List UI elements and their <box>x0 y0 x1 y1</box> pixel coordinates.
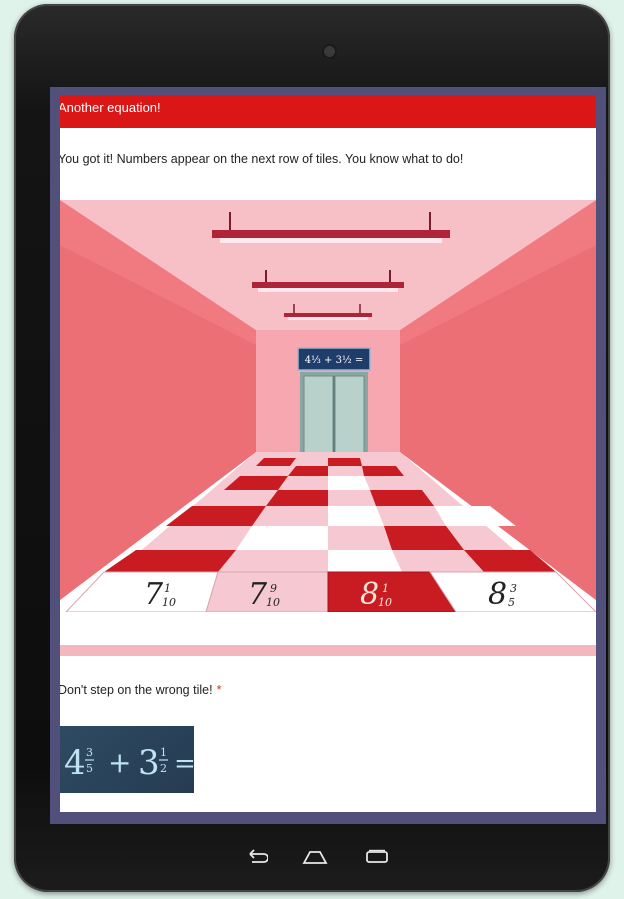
elevator: 4⅓ + 3½ = <box>297 347 371 457</box>
svg-text:10: 10 <box>378 596 392 609</box>
equation-graphic: 4 3 5 + 3 1 2 = <box>64 743 196 783</box>
svg-text:1: 1 <box>160 746 167 759</box>
form-page: Another equation! You got it! Numbers ap… <box>60 95 596 812</box>
section-header: Another equation! <box>60 95 596 128</box>
android-nav-bar <box>214 842 414 872</box>
svg-text:1: 1 <box>164 582 171 595</box>
tile-label: 8 <box>360 577 379 612</box>
back-icon <box>249 849 268 863</box>
tablet-frame: Another equation! You got it! Numbers ap… <box>14 4 610 892</box>
svg-text:2: 2 <box>160 762 167 775</box>
elevator-door-right <box>334 375 365 457</box>
elevator-door-left <box>303 375 334 457</box>
svg-text:10: 10 <box>266 596 280 609</box>
svg-text:3: 3 <box>138 743 160 783</box>
tile-label: 7 <box>248 577 268 612</box>
intro-text: You got it! Numbers appear on the next r… <box>60 152 464 166</box>
tile-label: 8 <box>488 577 507 612</box>
svg-text:=: = <box>174 749 194 779</box>
hallway-scene: 4⅓ + 3½ = 7 1 10 7 9 10 8 1 10 8 3 5 <box>60 200 596 620</box>
question-title: Don't step on the wrong tile! * <box>60 683 221 697</box>
home-button[interactable] <box>300 842 330 872</box>
question-label: Don't step on the wrong tile! <box>60 683 213 697</box>
svg-text:9: 9 <box>270 582 277 595</box>
answer-tile[interactable]: 7 9 10 <box>205 571 329 613</box>
svg-text:10: 10 <box>162 596 176 609</box>
elevator-sign-text: 4⅓ + 3½ = <box>305 355 363 366</box>
svg-text:4: 4 <box>64 743 86 783</box>
back-button[interactable] <box>242 842 272 872</box>
section-divider <box>60 645 596 656</box>
tile-label: 7 <box>144 577 164 612</box>
recents-icon <box>366 849 388 863</box>
svg-text:5: 5 <box>508 596 515 609</box>
svg-text:5: 5 <box>86 762 93 775</box>
svg-text:3: 3 <box>510 582 517 595</box>
svg-text:3: 3 <box>86 746 93 759</box>
svg-text:+: + <box>108 746 131 779</box>
home-icon <box>302 851 328 864</box>
equation-image: 4 3 5 + 3 1 2 = <box>60 726 196 793</box>
svg-text:1: 1 <box>382 582 389 595</box>
section-title: Another equation! <box>60 100 161 115</box>
tablet-screen: Another equation! You got it! Numbers ap… <box>50 87 606 824</box>
required-marker: * <box>216 683 222 697</box>
camera-icon <box>324 46 335 57</box>
recents-button[interactable] <box>362 842 392 872</box>
